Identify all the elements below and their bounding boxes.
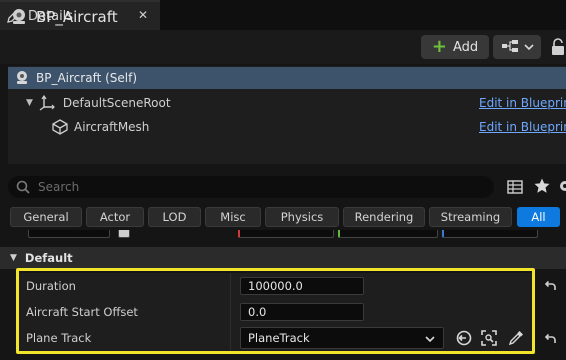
search-box[interactable] [8, 176, 494, 198]
search-icon [16, 180, 30, 194]
component-row-defaultsceneroot[interactable]: ▼ DefaultSceneRoot Edit in Blueprint [8, 92, 566, 114]
lock-icon[interactable] [550, 38, 566, 56]
category-rendering[interactable]: Rendering [343, 207, 425, 227]
use-selected-icon[interactable] [456, 330, 472, 346]
edit-in-blueprint-link[interactable]: Edit in Blueprint [479, 120, 566, 134]
actor-icon [10, 8, 28, 26]
category-all[interactable]: All [517, 207, 560, 227]
component-row-self[interactable]: BP_Aircraft (Self) [8, 67, 566, 89]
browse-icon[interactable] [481, 330, 497, 346]
component-self-label: BP_Aircraft (Self) [36, 71, 138, 85]
close-icon[interactable]: ✕ [138, 8, 148, 22]
category-actor[interactable]: Actor [86, 207, 144, 227]
section-collapse-icon[interactable]: ▼ [10, 253, 17, 263]
static-mesh-icon [52, 119, 68, 135]
actor-self-icon [14, 70, 30, 86]
reset-to-default-icon[interactable] [543, 279, 557, 293]
chevron-down-icon [425, 333, 435, 343]
scene-root-icon [39, 94, 57, 111]
category-lod[interactable]: LOD [148, 207, 201, 227]
component-label: AircraftMesh [74, 120, 150, 134]
property-row-duration: Duration [18, 273, 534, 299]
property-label: Duration [26, 279, 76, 293]
eyedropper-icon[interactable] [508, 330, 524, 346]
category-physics[interactable]: Physics [265, 207, 339, 227]
scrolled-property-row [8, 230, 566, 242]
reset-to-default-icon[interactable] [543, 332, 557, 346]
property-label: Plane Track [26, 331, 92, 345]
tree-collapse-icon[interactable]: ▼ [26, 98, 33, 108]
start-offset-input[interactable] [240, 303, 364, 321]
star-icon[interactable] [533, 177, 551, 195]
category-misc[interactable]: Misc [205, 207, 261, 227]
section-title: Default [24, 251, 73, 265]
component-label: DefaultSceneRoot [62, 96, 171, 110]
plane-track-value: PlaneTrack [248, 331, 310, 345]
property-label: Aircraft Start Offset [26, 305, 138, 319]
property-row-plane-track: Plane Track PlaneTrack [18, 325, 534, 351]
duration-input[interactable] [240, 277, 364, 295]
plus-icon: + [431, 36, 447, 57]
section-default[interactable]: ▼ Default [0, 247, 566, 269]
category-streaming[interactable]: Streaming [429, 207, 512, 227]
blueprint-options-button[interactable] [493, 35, 541, 59]
add-component-button[interactable]: + Add [421, 35, 489, 59]
blueprint-tree-icon [501, 39, 519, 56]
property-row-start-offset: Aircraft Start Offset [18, 299, 534, 325]
add-button-label: Add [452, 39, 479, 55]
edit-in-blueprint-link[interactable]: Edit in Blueprint [479, 96, 566, 110]
table-view-icon[interactable] [507, 179, 523, 195]
search-input[interactable] [38, 180, 458, 194]
plane-track-dropdown[interactable]: PlaneTrack [240, 327, 444, 349]
category-general[interactable]: General [10, 207, 82, 227]
component-row-aircraftmesh[interactable]: AircraftMesh Edit in Blueprint [8, 116, 566, 138]
gear-icon[interactable] [557, 178, 566, 194]
actor-name: BP_Aircraft [36, 8, 118, 26]
chevron-down-icon [523, 40, 534, 54]
